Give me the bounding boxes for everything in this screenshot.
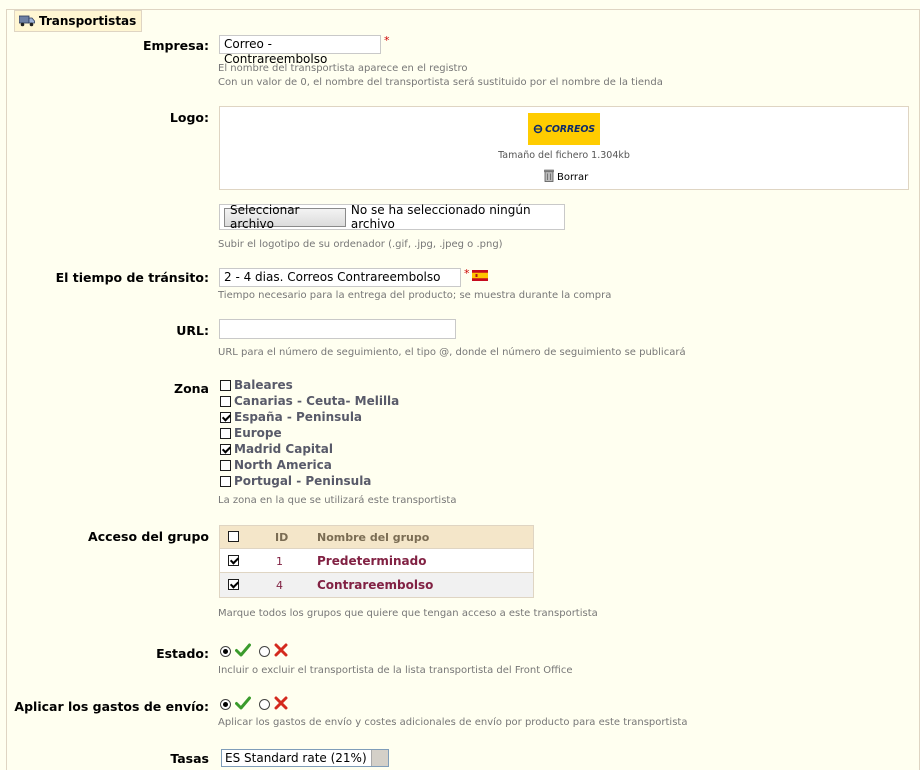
gastos-enabled-radio[interactable] <box>220 699 231 710</box>
truck-icon <box>18 15 35 27</box>
gastos-disabled-radio[interactable] <box>259 699 270 710</box>
url-hint: URL para el número de seguimiento, el ti… <box>218 347 686 358</box>
empresa-hint-1: El nombre del transportista aparece en e… <box>218 63 468 74</box>
zona-item-label[interactable]: Canarias - Ceuta- Melilla <box>234 394 399 408</box>
group-table-header: ID Nombre del grupo <box>220 526 533 548</box>
estado-enabled-radio[interactable] <box>220 646 231 657</box>
zona-checkbox[interactable] <box>220 460 231 471</box>
zona-label: Zona <box>174 381 209 396</box>
zona-item-label[interactable]: Baleares <box>234 378 293 392</box>
check-icon <box>235 696 251 710</box>
estado-label: Estado: <box>156 646 209 661</box>
group-checkbox[interactable] <box>228 555 239 566</box>
gastos-label: Aplicar los gastos de envío: <box>14 699 209 714</box>
zona-hint: La zona en la que se utilizará este tran… <box>218 495 457 506</box>
transit-hint: Tiempo necesario para la entrega del pro… <box>218 290 612 301</box>
table-row: 1 Predeterminado <box>220 548 533 573</box>
transit-required-mark: * <box>464 267 470 280</box>
empresa-hint-2: Con un valor de 0, el nombre del transpo… <box>218 77 663 88</box>
transit-label: El tiempo de tránsito: <box>55 270 209 285</box>
group-table-col-name: Nombre del grupo <box>317 531 430 544</box>
group-id: 4 <box>276 579 283 592</box>
spain-flag-icon[interactable] <box>472 270 488 281</box>
trash-icon <box>544 169 554 185</box>
file-status-text: No se ha seleccionado ningún archivo <box>350 203 531 231</box>
logo-hint: Subir el logotipo de su ordenador (.gif,… <box>218 239 503 250</box>
logo-label: Logo: <box>169 110 209 125</box>
section-title: Transportistas <box>39 14 137 28</box>
zona-item-label[interactable]: Portugal - Peninsula <box>234 474 371 488</box>
zona-checkbox[interactable] <box>220 476 231 487</box>
table-row: 4 Contrareembolso <box>220 572 533 597</box>
estado-disabled-radio[interactable] <box>259 646 270 657</box>
tasas-selected-value: ES Standard rate (21%) <box>225 751 367 765</box>
logo-file-input[interactable]: Seleccionar archivo No se ha seleccionad… <box>219 203 565 231</box>
group-name: Predeterminado <box>317 554 427 568</box>
cross-icon <box>274 643 288 657</box>
select-all-groups-checkbox[interactable] <box>228 531 239 542</box>
transit-input[interactable]: 2 - 4 dias. Correos Contrareembolso <box>219 268 461 287</box>
zona-item-label[interactable]: Madrid Capital <box>234 442 333 456</box>
empresa-required-mark: * <box>384 34 390 47</box>
empresa-input[interactable]: Correo - Contrareembolso <box>219 35 381 66</box>
zona-checkbox[interactable] <box>220 428 231 439</box>
delete-logo-label: Borrar <box>557 171 589 183</box>
logo-file-size: Tamaño del fichero 1.304kb <box>498 150 630 161</box>
delete-logo-link[interactable]: Borrar <box>544 169 588 185</box>
zona-item-label[interactable]: North America <box>234 458 332 472</box>
empresa-label: Empresa: <box>142 38 209 53</box>
url-input[interactable] <box>219 319 456 339</box>
url-label: URL: <box>176 323 209 338</box>
zona-checkbox[interactable] <box>220 380 231 391</box>
grupo-hint: Marque todos los grupos que quiere que t… <box>218 608 598 619</box>
estado-hint: Incluir o excluir el transportista de la… <box>218 665 573 676</box>
group-name: Contrareembolso <box>317 578 434 592</box>
gastos-hint: Aplicar los gastos de envío y costes adi… <box>218 717 688 728</box>
zona-checkbox[interactable] <box>220 396 231 407</box>
chevron-down-icon <box>371 750 388 766</box>
section-legend: Transportistas <box>14 10 143 32</box>
group-checkbox[interactable] <box>228 579 239 590</box>
zona-item-label[interactable]: Europe <box>234 426 282 440</box>
group-table-col-id: ID <box>275 531 289 544</box>
zona-checkbox[interactable] <box>220 444 231 455</box>
group-id: 1 <box>276 555 283 568</box>
correos-logo-text: CORREOS <box>545 123 595 135</box>
logo-preview-box: CORREOS Tamaño del fichero 1.304kb Borra… <box>219 106 909 190</box>
zona-checkbox[interactable] <box>220 412 231 423</box>
zona-item-label[interactable]: España - Peninsula <box>234 410 362 424</box>
choose-file-button[interactable]: Seleccionar archivo <box>224 203 346 231</box>
group-table: ID Nombre del grupo 1 Predeterminado 4 Cont… <box>219 525 534 598</box>
tasas-select[interactable]: ES Standard rate (21%) <box>221 749 389 767</box>
grupo-label: Acceso del grupo <box>88 529 209 544</box>
correos-logo-image: CORREOS <box>528 113 600 145</box>
cross-icon <box>274 696 288 710</box>
check-icon <box>235 643 251 657</box>
